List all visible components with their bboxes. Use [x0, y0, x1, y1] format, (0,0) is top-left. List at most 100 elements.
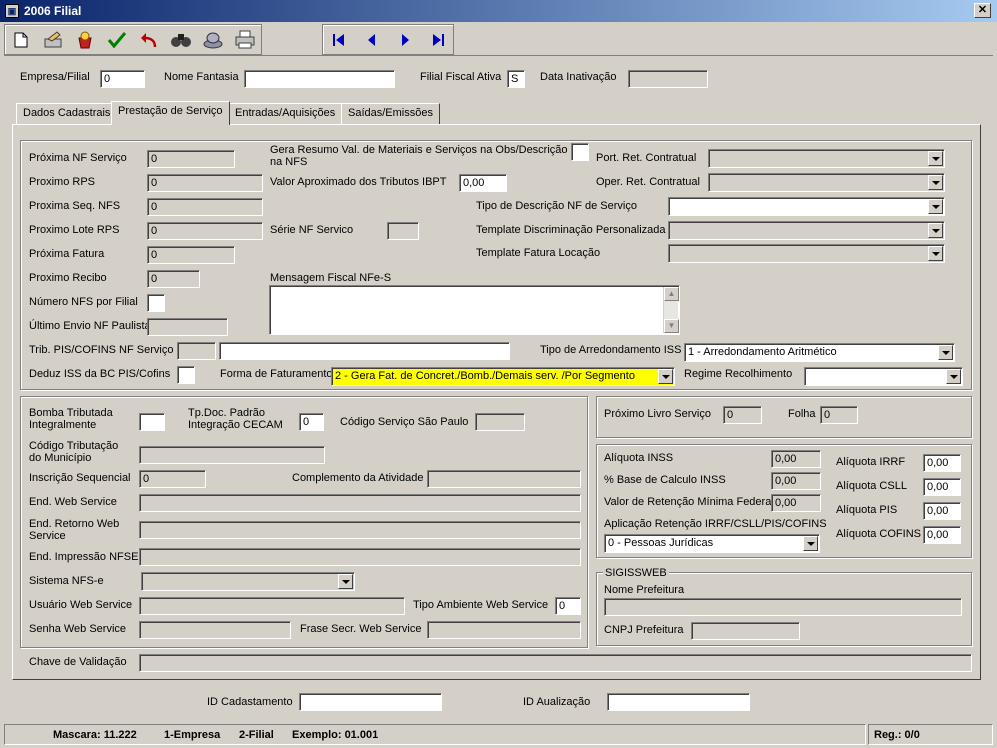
scroll-up-icon[interactable]: ▲ [664, 287, 679, 301]
new-icon[interactable] [6, 25, 36, 54]
proximo-lote-rps-input[interactable]: 0 [147, 222, 263, 240]
next-record-icon[interactable] [389, 25, 421, 54]
frase-input[interactable] [427, 621, 581, 639]
tpdoc-label: Tp.Doc. Padrão Integração CECAM [188, 407, 283, 431]
proxima-fatura-input[interactable]: 0 [147, 246, 235, 264]
tipo-amb-input[interactable]: 0 [555, 597, 581, 615]
undo-icon[interactable] [134, 25, 164, 54]
folha-input[interactable]: 0 [820, 406, 858, 424]
senha-input[interactable] [139, 621, 291, 639]
nome-pref-input[interactable] [604, 598, 962, 616]
nome-fantasia-label: Nome Fantasia [164, 71, 239, 83]
trib-pis-desc-input[interactable] [219, 342, 510, 360]
valor-aprox-input[interactable]: 0,00 [459, 174, 507, 192]
id-cad-input[interactable] [299, 693, 442, 711]
chevron-down-icon[interactable] [803, 536, 818, 551]
aplicacao-value: 0 - Pessoas Jurídicas [608, 537, 714, 549]
bomba-checkbox[interactable] [139, 413, 165, 431]
search-icon[interactable] [166, 25, 196, 54]
trib-pis-label: Trib. PIS/COFINS NF Serviço [29, 344, 174, 356]
chave-input[interactable] [139, 654, 972, 672]
chevron-down-icon[interactable] [928, 246, 943, 261]
edit-icon[interactable] [38, 25, 68, 54]
aliq-inss-input[interactable]: 0,00 [771, 450, 821, 468]
inscricao-input[interactable]: 0 [139, 470, 206, 488]
gera-resumo-checkbox[interactable] [571, 143, 589, 161]
valor-ret-input[interactable]: 0,00 [771, 494, 821, 512]
proxima-nf-servico-input[interactable]: 0 [147, 150, 235, 168]
close-button[interactable]: ✕ [974, 3, 991, 18]
ultimo-envio-input[interactable] [147, 318, 228, 336]
chevron-down-icon[interactable] [928, 223, 943, 238]
cnpj-pref-input[interactable] [691, 622, 800, 640]
aliq-irrf-input[interactable]: 0,00 [923, 454, 961, 472]
empresa-filial-input[interactable]: 0 [100, 70, 145, 88]
aliq-pis-input[interactable]: 0,00 [923, 502, 961, 520]
tab-dados-cadastrais[interactable]: Dados Cadastrais [16, 103, 118, 124]
data-inativacao-input[interactable] [628, 70, 708, 88]
prev-record-icon[interactable] [356, 25, 388, 54]
serie-nf-label: Série NF Servico [270, 224, 354, 236]
senha-label: Senha Web Service [29, 623, 127, 635]
first-record-icon[interactable] [323, 25, 355, 54]
cnpj-pref-label: CNPJ Prefeitura [604, 624, 684, 636]
numero-nfs-checkbox[interactable] [147, 294, 165, 312]
last-record-icon[interactable] [422, 25, 454, 54]
chevron-down-icon[interactable] [928, 175, 943, 190]
cod-trib-input[interactable] [139, 446, 325, 464]
proximo-recibo-input[interactable]: 0 [147, 270, 200, 288]
tipo-arred-select[interactable]: 1 - Arredondamento Aritmético [684, 343, 955, 362]
aplicacao-select[interactable]: 0 - Pessoas Jurídicas [604, 534, 820, 553]
aliq-inss-label: Alíquota INSS [604, 452, 674, 464]
template-discr-select[interactable] [668, 221, 945, 240]
filial-fiscal-input[interactable]: S [507, 70, 525, 88]
end-web-label: End. Web Service [29, 496, 117, 508]
deduz-iss-checkbox[interactable] [177, 366, 195, 384]
tab-saidas-emissoes[interactable]: Saídas/Emissões [341, 103, 440, 124]
usuario-input[interactable] [139, 597, 405, 615]
base-inss-input[interactable]: 0,00 [771, 472, 821, 490]
mensagem-fiscal-textarea[interactable] [269, 285, 680, 335]
tab-entradas-aquisicoes[interactable]: Entradas/Aquisições [228, 103, 343, 124]
stamp-icon[interactable] [198, 25, 228, 54]
forma-fat-select[interactable]: 2 - Gera Fat. de Concret./Bomb./Demais s… [331, 367, 675, 386]
chevron-down-icon[interactable] [938, 345, 953, 360]
nome-fantasia-input[interactable] [244, 70, 395, 88]
chevron-down-icon[interactable] [338, 574, 353, 589]
id-atual-input[interactable] [607, 693, 750, 711]
frase-label: Frase Secr. Web Service [300, 623, 422, 635]
tipo-descricao-select[interactable] [668, 197, 945, 216]
mensagem-scrollbar[interactable]: ▲ ▼ [663, 287, 679, 333]
complemento-input[interactable] [427, 470, 581, 488]
livro-input[interactable]: 0 [723, 406, 762, 424]
end-web-input[interactable] [139, 494, 581, 512]
print-icon[interactable] [230, 25, 260, 54]
status-empresa: 1-Empresa [164, 729, 221, 741]
scroll-down-icon[interactable]: ▼ [664, 319, 679, 333]
end-retorno-input[interactable] [139, 521, 581, 539]
chevron-down-icon[interactable] [928, 199, 943, 214]
regime-select[interactable] [804, 367, 963, 386]
port-ret-select[interactable] [708, 149, 945, 168]
oper-ret-select[interactable] [708, 173, 945, 192]
codigo-sp-input[interactable] [475, 413, 525, 431]
chevron-down-icon[interactable] [928, 151, 943, 166]
chevron-down-icon[interactable] [946, 369, 961, 384]
forma-fat-value: 2 - Gera Fat. de Concret./Bomb./Demais s… [335, 370, 635, 382]
aliq-csll-input[interactable]: 0,00 [923, 478, 961, 496]
tab-prestacao-servico[interactable]: Prestação de Serviço [111, 101, 230, 125]
sistema-select[interactable] [141, 572, 355, 591]
proximo-rps-input[interactable]: 0 [147, 174, 263, 192]
tpdoc-input[interactable]: 0 [299, 413, 324, 431]
serie-nf-input[interactable] [387, 222, 419, 240]
proxima-seq-nfs-input[interactable]: 0 [147, 198, 263, 216]
tipo-descricao-label: Tipo de Descrição NF de Serviço [476, 200, 637, 212]
trib-pis-code-input[interactable] [177, 342, 216, 360]
end-impressao-input[interactable] [139, 548, 581, 566]
template-fatura-select[interactable] [668, 244, 945, 263]
aliq-cofins-input[interactable]: 0,00 [923, 526, 961, 544]
open-icon[interactable] [70, 25, 100, 54]
chevron-down-icon[interactable] [658, 369, 673, 384]
confirm-icon[interactable] [102, 25, 132, 54]
status-filial: 2-Filial [239, 729, 274, 741]
